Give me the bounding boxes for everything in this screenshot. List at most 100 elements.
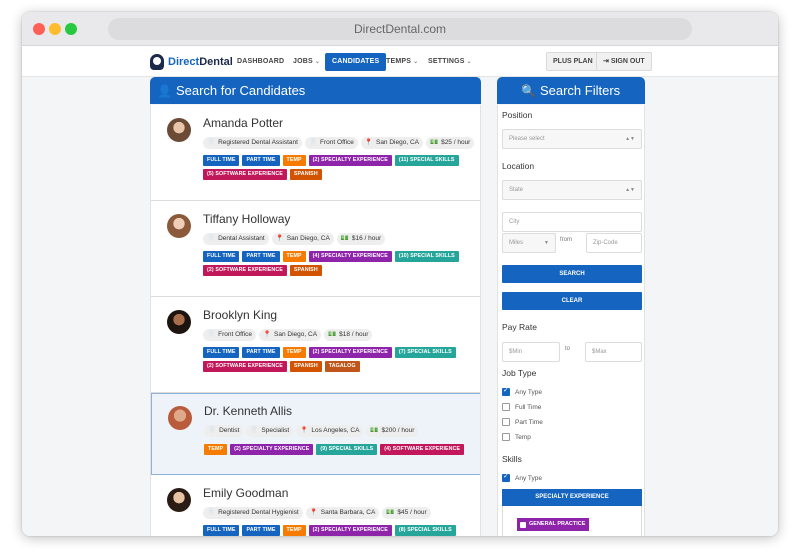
miles-select[interactable]: Miles ▼	[502, 233, 556, 253]
avatar	[167, 310, 191, 334]
tooth-logo-icon	[150, 54, 164, 70]
tag-language[interactable]: TAGALOG	[324, 361, 360, 372]
tag-full-time[interactable]: FULL TIME	[203, 155, 240, 166]
city-input[interactable]: City	[502, 212, 642, 232]
page: DirectDental DASHBOARD JOBS ⌄ CANDIDATES …	[22, 47, 778, 536]
map-pin-icon: 📍	[300, 427, 309, 434]
general-practice-option[interactable]: GENERAL PRACTICE	[517, 518, 590, 531]
candidate-card[interactable]: Dr. Kenneth Allis 🦷 Dentist 🦷 Specialist 📍…	[151, 393, 480, 475]
rate-badge: 💵 $25 / hour	[425, 137, 475, 149]
chevron-down-icon: ▼	[544, 240, 549, 246]
candidate-card[interactable]: Emily Goodman 🦷 Registered Dental Hygieni…	[151, 475, 480, 536]
close-window-button[interactable]	[33, 23, 45, 35]
cash-icon: 💵	[340, 235, 349, 242]
position-badge: 🦷 Registered Dental Assistant	[203, 137, 302, 149]
tag-language[interactable]: SPANISH	[289, 265, 322, 276]
search-icon: 🔍	[521, 84, 536, 98]
candidate-card[interactable]: Amanda Potter 🦷 Registered Dental Assista…	[151, 105, 480, 201]
candidate-list: Amanda Potter 🦷 Registered Dental Assista…	[150, 105, 481, 536]
chevron-down-icon: ⌄	[413, 59, 419, 65]
tag-skills[interactable]: (7) SPECIAL SKILLS	[394, 347, 456, 358]
logo[interactable]: DirectDental	[150, 53, 233, 71]
tag-temp[interactable]: TEMP	[282, 347, 306, 358]
tag-language[interactable]: SPANISH	[289, 361, 322, 372]
cash-icon: 💵	[386, 509, 395, 516]
tag-temp[interactable]: TEMP	[282, 251, 306, 262]
tag-specialty[interactable]: (2) SPECIALTY EXPERIENCE	[308, 155, 392, 166]
state-select[interactable]: State ▲▼	[502, 180, 642, 200]
tag-full-time[interactable]: FULL TIME	[203, 525, 240, 536]
tag-software[interactable]: (5) SOFTWARE EXPERIENCE	[203, 169, 287, 180]
skills-any[interactable]: Any Type	[502, 472, 542, 482]
tag-specialty[interactable]: (2) SPECIALTY EXPERIENCE	[308, 347, 392, 358]
min-rate-input[interactable]: $Min	[502, 342, 560, 362]
position-badge: 🦷 Front Office	[203, 329, 256, 341]
nav-jobs[interactable]: JOBS ⌄	[293, 53, 320, 71]
tag-temp[interactable]: TEMP	[282, 525, 306, 536]
candidate-name[interactable]: Tiffany Holloway	[203, 212, 290, 226]
nav-settings[interactable]: SETTINGS ⌄	[428, 53, 472, 71]
avatar	[167, 214, 191, 238]
nav-temps[interactable]: TEMPS ⌄	[386, 53, 418, 71]
job-type-any[interactable]: Any Type	[502, 386, 542, 396]
tag-language[interactable]: SPANISH	[289, 169, 322, 180]
tag-skills[interactable]: (8) SPECIAL SKILLS	[394, 525, 456, 536]
nav-dashboard[interactable]: DASHBOARD	[237, 53, 284, 71]
tag-temp[interactable]: TEMP	[282, 155, 306, 166]
search-button[interactable]: SEARCH	[502, 265, 642, 283]
candidate-card[interactable]: Tiffany Holloway 🦷 Dental Assistant 📍 San …	[151, 201, 480, 297]
tag-part-time[interactable]: PART TIME	[242, 251, 280, 262]
chevron-down-icon: ▲▼	[625, 136, 635, 142]
logo-text-dental: Dental	[199, 56, 233, 68]
candidate-name[interactable]: Brooklyn King	[203, 308, 277, 322]
tag-part-time[interactable]: PART TIME	[242, 155, 280, 166]
tag-list: FULL TIME PART TIME TEMP (4) SPECIALTY E…	[203, 251, 463, 276]
browser-titlebar: DirectDental.com	[22, 12, 778, 46]
clear-button[interactable]: CLEAR	[502, 292, 642, 310]
tag-full-time[interactable]: FULL TIME	[203, 251, 240, 262]
zip-code-input[interactable]: Zip-Code	[586, 233, 642, 253]
tag-part-time[interactable]: PART TIME	[242, 347, 280, 358]
position-select[interactable]: Please select ▲▼	[502, 129, 642, 149]
tooth-icon: 🦷	[308, 139, 318, 146]
tag-software[interactable]: (2) SOFTWARE EXPERIENCE	[203, 361, 287, 372]
plus-plan-button[interactable]: PLUS PLAN	[546, 52, 600, 71]
tag-list: FULL TIME PART TIME TEMP (2) SPECIALTY E…	[203, 525, 463, 536]
address-bar[interactable]: DirectDental.com	[108, 18, 692, 40]
tag-full-time[interactable]: FULL TIME	[203, 347, 240, 358]
from-text: from	[560, 237, 572, 243]
rate-badge: 💵 $45 / hour	[382, 507, 431, 519]
tag-list: FULL TIME PART TIME TEMP (2) SPECIALTY E…	[203, 155, 463, 180]
job-type-part-time[interactable]: Part Time	[502, 418, 543, 426]
tag-skills[interactable]: (10) SPECIAL SKILLS	[394, 251, 459, 262]
location-badge: 📍 San Diego, CA	[360, 137, 423, 149]
tag-specialty[interactable]: (4) SPECIALTY EXPERIENCE	[308, 251, 392, 262]
candidates-panel-header: 👤 Search for Candidates	[150, 77, 481, 104]
candidate-name[interactable]: Dr. Kenneth Allis	[204, 404, 292, 418]
maximize-window-button[interactable]	[65, 23, 77, 35]
job-type-full-time[interactable]: Full Time	[502, 403, 541, 411]
tag-specialty[interactable]: (2) SPECIALTY EXPERIENCE	[230, 444, 314, 455]
tag-skills[interactable]: (11) SPECIAL SKILLS	[394, 155, 459, 166]
candidate-name[interactable]: Amanda Potter	[203, 116, 283, 130]
tag-skills[interactable]: (9) SPECIAL SKILLS	[316, 444, 378, 455]
candidate-card[interactable]: Brooklyn King 🦷 Front Office 📍 San Diego, …	[151, 297, 480, 393]
candidates-panel-title: Search for Candidates	[175, 83, 306, 98]
to-text: to	[565, 346, 571, 352]
specialty-experience-header[interactable]: SPECIALTY EXPERIENCE	[502, 489, 642, 506]
nav-candidates[interactable]: CANDIDATES	[325, 53, 387, 71]
tag-software[interactable]: (2) SOFTWARE EXPERIENCE	[203, 265, 287, 276]
candidate-name[interactable]: Emily Goodman	[203, 486, 288, 500]
job-type-temp[interactable]: Temp	[502, 433, 531, 441]
tag-temp[interactable]: TEMP	[204, 444, 228, 455]
tooth-icon: 🦷	[207, 235, 216, 242]
browser-window: DirectDental.com DirectDental DASHBOARD …	[22, 12, 778, 536]
tooth-icon: 🦷	[250, 427, 259, 434]
tag-specialty[interactable]: (2) SPECIALTY EXPERIENCE	[308, 525, 392, 536]
tooth-icon: 🦷	[207, 509, 216, 516]
tag-part-time[interactable]: PART TIME	[242, 525, 280, 536]
minimize-window-button[interactable]	[49, 23, 61, 35]
tag-software[interactable]: (4) SOFTWARE EXPERIENCE	[380, 444, 465, 455]
max-rate-input[interactable]: $Max	[585, 342, 642, 362]
sign-out-button[interactable]: ⇥ SIGN OUT	[596, 52, 652, 71]
